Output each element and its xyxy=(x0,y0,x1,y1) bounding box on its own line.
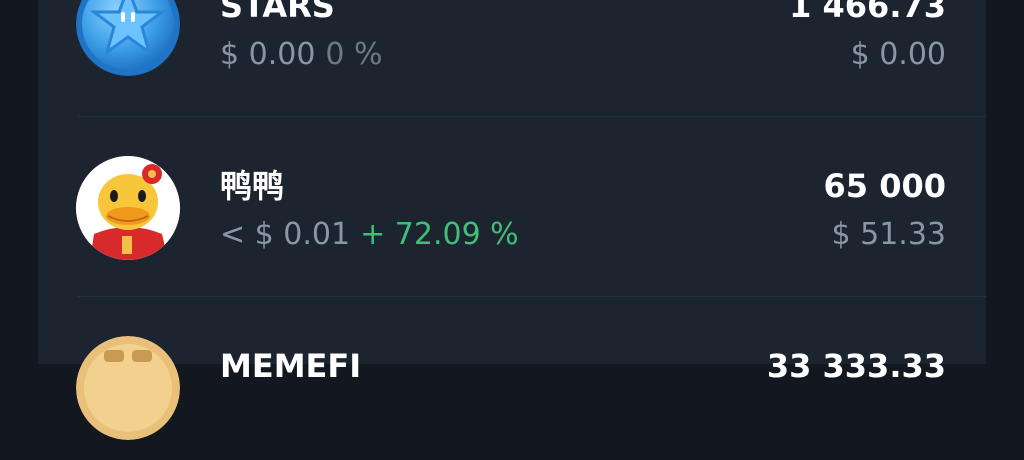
token-list: STARS $ 0.00 0 % 1 466.73 $ 0.00 鸭鸭 < $ … xyxy=(38,0,986,440)
token-row-stars[interactable]: STARS $ 0.00 0 % 1 466.73 $ 0.00 xyxy=(38,0,986,100)
token-amount: 1 466.73 xyxy=(789,0,946,25)
token-amount: 65 000 xyxy=(823,167,946,205)
token-amount: 33 333.33 xyxy=(766,347,946,385)
token-value: $ 51.33 xyxy=(831,217,946,252)
token-row-duck[interactable]: 鸭鸭 < $ 0.01 + 72.09 % 65 000 $ 51.33 xyxy=(38,140,986,280)
star-coin-icon xyxy=(76,0,180,76)
token-name: MEMEFI xyxy=(220,347,362,385)
token-row-memefi[interactable]: MEMEFI 33 333.33 xyxy=(38,320,986,460)
token-name: 鸭鸭 xyxy=(220,167,285,205)
token-price: $ 0.00 xyxy=(220,37,316,72)
token-price-line: $ 0.00 0 % xyxy=(220,36,383,74)
token-value: $ 0.00 xyxy=(850,37,946,72)
token-name: STARS xyxy=(220,0,335,25)
token-change: 0 % xyxy=(325,37,383,72)
token-price-line: < $ 0.01 + 72.09 % xyxy=(220,216,519,254)
token-price: < $ 0.01 xyxy=(220,217,351,252)
token-change: + 72.09 % xyxy=(360,217,519,252)
memefi-coin-icon xyxy=(76,336,180,440)
duck-avatar-icon xyxy=(76,156,180,260)
row-divider xyxy=(78,116,986,117)
row-divider xyxy=(78,296,986,297)
